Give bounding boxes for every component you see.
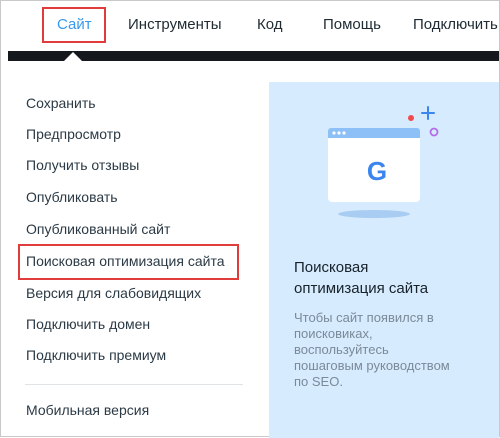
panel-title-line: Поисковая bbox=[294, 259, 369, 276]
panel-desc-line: по SEO. bbox=[294, 374, 343, 389]
dropdown-divider bbox=[25, 384, 243, 385]
dropdown-item-published-site[interactable]: Опубликованный сайт bbox=[26, 221, 170, 237]
active-menu-highlight bbox=[42, 7, 106, 43]
seo-item-highlight bbox=[18, 244, 239, 280]
browser-window-google-icon: G bbox=[328, 106, 439, 218]
menu-help[interactable]: Помощь bbox=[323, 16, 381, 33]
menu-tools[interactable]: Инструменты bbox=[128, 16, 222, 33]
dropdown-item-get-feedback[interactable]: Получить отзывы bbox=[26, 157, 139, 173]
editor-frame: Сайт Инструменты Код Помощь Подключить С… bbox=[0, 0, 500, 438]
dropdown-item-save[interactable]: Сохранить bbox=[26, 95, 96, 111]
panel-desc-line: пошаговым руководством bbox=[294, 358, 450, 373]
menu-connect[interactable]: Подключить bbox=[413, 16, 498, 33]
panel-title: Поисковая оптимизация сайта bbox=[294, 257, 484, 299]
panel-title-line: оптимизация сайта bbox=[294, 280, 429, 297]
dropdown-item-preview[interactable]: Предпросмотр bbox=[26, 126, 121, 142]
top-menu-bar: Сайт Инструменты Код Помощь Подключить bbox=[1, 1, 499, 51]
panel-desc-line: воспользуйтесь bbox=[294, 342, 389, 357]
panel-desc-line: Чтобы сайт появился в bbox=[294, 310, 434, 325]
dropdown-item-connect-domain[interactable]: Подключить домен bbox=[26, 316, 150, 332]
dropdown-caret bbox=[64, 52, 82, 61]
panel-description: Чтобы сайт появился в поисковиках, воспо… bbox=[294, 310, 474, 390]
menu-code[interactable]: Код bbox=[257, 16, 283, 33]
dropdown-item-accessibility[interactable]: Версия для слабовидящих bbox=[26, 285, 201, 301]
svg-text:G: G bbox=[367, 156, 387, 186]
dropdown-item-publish[interactable]: Опубликовать bbox=[26, 189, 118, 205]
dropdown-item-premium[interactable]: Подключить премиум bbox=[26, 347, 166, 363]
panel-desc-line: поисковиках, bbox=[294, 326, 373, 341]
dropdown-item-mobile[interactable]: Мобильная версия bbox=[26, 402, 149, 418]
